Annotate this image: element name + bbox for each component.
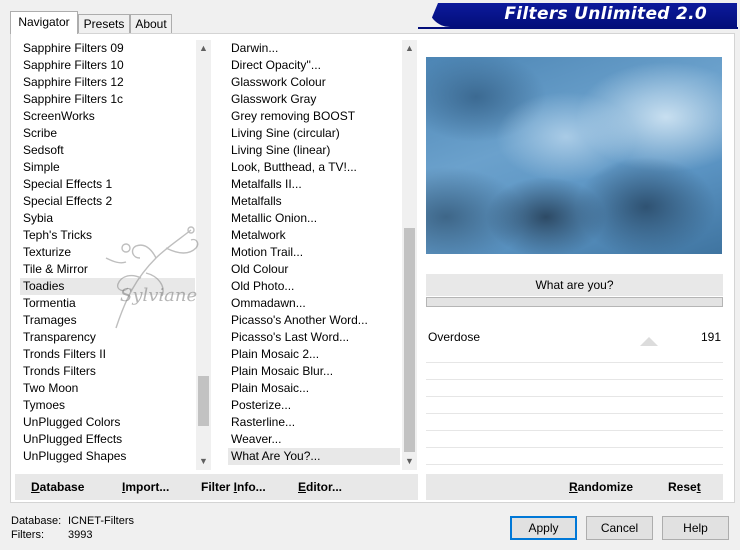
list-item[interactable]: Living Sine (linear) (228, 142, 400, 159)
slider-empty (426, 346, 723, 363)
list-item[interactable]: Metalfalls (228, 193, 400, 210)
list-item[interactable]: Plain Mosaic Blur... (228, 363, 400, 380)
list-item[interactable]: Metalwork (228, 227, 400, 244)
filter-description-field (426, 297, 723, 307)
list-item[interactable]: UnPlugged Effects (20, 431, 195, 448)
title-banner: Filters Unlimited 2.0 (428, 3, 737, 27)
scroll-down-icon[interactable]: ▼ (196, 453, 211, 470)
button-label: Rese (668, 480, 697, 494)
list-item[interactable]: Look, Butthead, a TV!... (228, 159, 400, 176)
list-item[interactable]: Tronds Filters (20, 363, 195, 380)
list-item[interactable]: Plain Mosaic 2... (228, 346, 400, 363)
list-item[interactable]: Weaver... (228, 431, 400, 448)
list-item[interactable]: Tronds Filters II (20, 346, 195, 363)
mnemonic: D (31, 480, 40, 494)
slider-empty (426, 397, 723, 414)
list-item[interactable]: Tymoes (20, 397, 195, 414)
list-item[interactable]: Simple (20, 159, 195, 176)
list-item[interactable]: Sapphire Filters 1c (20, 91, 195, 108)
slider-empty (426, 414, 723, 431)
mnemonic: R (569, 480, 578, 494)
button-label: andomize (577, 480, 634, 494)
list-item[interactable]: Rasterline... (228, 414, 400, 431)
status-value: ICNET-Filters (68, 515, 134, 527)
filter-list[interactable]: Darwin... Direct Opacity''... Glasswork Co… (228, 40, 400, 468)
slider-empty (426, 431, 723, 448)
randomize-button[interactable]: Randomize (569, 480, 633, 494)
button-label: mport... (125, 480, 170, 494)
list-item[interactable]: Darwin... (228, 40, 400, 57)
list-item[interactable]: UnPlugged Shapes (20, 448, 195, 465)
list-item[interactable]: Special Effects 1 (20, 176, 195, 193)
filter-title-bar: What are you? (426, 274, 723, 296)
list-item[interactable]: Plain Mosaic... (228, 380, 400, 397)
watermark-signature: Sylviane (120, 285, 198, 306)
button-label: Filter (201, 480, 234, 494)
list-item[interactable]: Direct Opacity''... (228, 57, 400, 74)
slider-empty (426, 380, 723, 397)
slider-label: Overdose (428, 330, 481, 344)
list-item[interactable]: Special Effects 2 (20, 193, 195, 210)
list-item[interactable]: Metalfalls II... (228, 176, 400, 193)
slider-thumb-icon[interactable] (640, 337, 658, 346)
list-item[interactable]: Glasswork Gray (228, 91, 400, 108)
cancel-button[interactable]: Cancel (586, 516, 653, 540)
reset-button[interactable]: Reset (668, 480, 701, 494)
scrollbar-thumb[interactable] (198, 376, 209, 426)
mnemonic: t (696, 480, 701, 494)
mnemonic: E (298, 480, 307, 494)
status-value: 3993 (68, 529, 93, 541)
list-item[interactable]: What Are You?... (228, 448, 400, 465)
list-item[interactable]: Living Sine (circular) (228, 125, 400, 142)
list-item[interactable]: Picasso's Last Word... (228, 329, 400, 346)
list-item[interactable]: Metallic Onion... (228, 210, 400, 227)
filter-list-scrollbar[interactable]: ▲ ▼ (402, 40, 417, 470)
watermark-flourish-icon (105, 226, 199, 329)
filter-info-button[interactable]: Filter Info... (201, 480, 266, 494)
list-item[interactable]: UnPlugged Colors (20, 414, 195, 431)
button-label: ditor... (306, 480, 343, 494)
list-item[interactable]: Grey removing BOOST (228, 108, 400, 125)
slider-empty (426, 448, 723, 465)
slider-overdose[interactable]: Overdose 191 (426, 329, 723, 346)
list-item[interactable]: Scribe (20, 125, 195, 142)
slider-empty (426, 363, 723, 380)
list-item[interactable]: Posterize... (228, 397, 400, 414)
apply-button[interactable]: Apply (510, 516, 577, 540)
button-label: atabase (39, 480, 85, 494)
preview-image (426, 57, 722, 254)
tab-about[interactable]: About (130, 14, 172, 34)
list-item[interactable]: Sapphire Filters 09 (20, 40, 195, 57)
list-item[interactable]: ScreenWorks (20, 108, 195, 125)
status-filters: Filters: 3993 (11, 529, 92, 541)
list-item[interactable]: Old Colour (228, 261, 400, 278)
import-button[interactable]: Import... (122, 480, 169, 494)
scroll-down-icon[interactable]: ▼ (402, 453, 417, 470)
scrollbar-thumb[interactable] (404, 228, 415, 452)
button-label: nfo... (237, 480, 266, 494)
tab-presets[interactable]: Presets (78, 14, 130, 34)
list-item[interactable]: Sedsoft (20, 142, 195, 159)
list-item[interactable]: Ommadawn... (228, 295, 400, 312)
help-button[interactable]: Help (662, 516, 729, 540)
list-item[interactable]: Two Moon (20, 380, 195, 397)
status-label: Database: (11, 515, 62, 527)
scroll-up-icon[interactable]: ▲ (402, 40, 417, 57)
status-label: Filters: (11, 529, 44, 541)
scroll-up-icon[interactable]: ▲ (196, 40, 211, 57)
slider-value: 191 (700, 330, 721, 344)
database-button[interactable]: Database (31, 480, 84, 494)
list-item[interactable]: Glasswork Colour (228, 74, 400, 91)
app-title: Filters Unlimited 2.0 (504, 4, 707, 24)
list-item[interactable]: Old Photo... (228, 278, 400, 295)
list-item[interactable]: Picasso's Another Word... (228, 312, 400, 329)
title-underline (418, 27, 738, 29)
list-item[interactable]: Sapphire Filters 10 (20, 57, 195, 74)
tab-navigator[interactable]: Navigator (10, 11, 78, 34)
list-item[interactable]: Motion Trail... (228, 244, 400, 261)
editor-button[interactable]: Editor... (298, 480, 342, 494)
list-item[interactable]: Sapphire Filters 12 (20, 74, 195, 91)
status-database: Database: ICNET-Filters (11, 515, 134, 527)
